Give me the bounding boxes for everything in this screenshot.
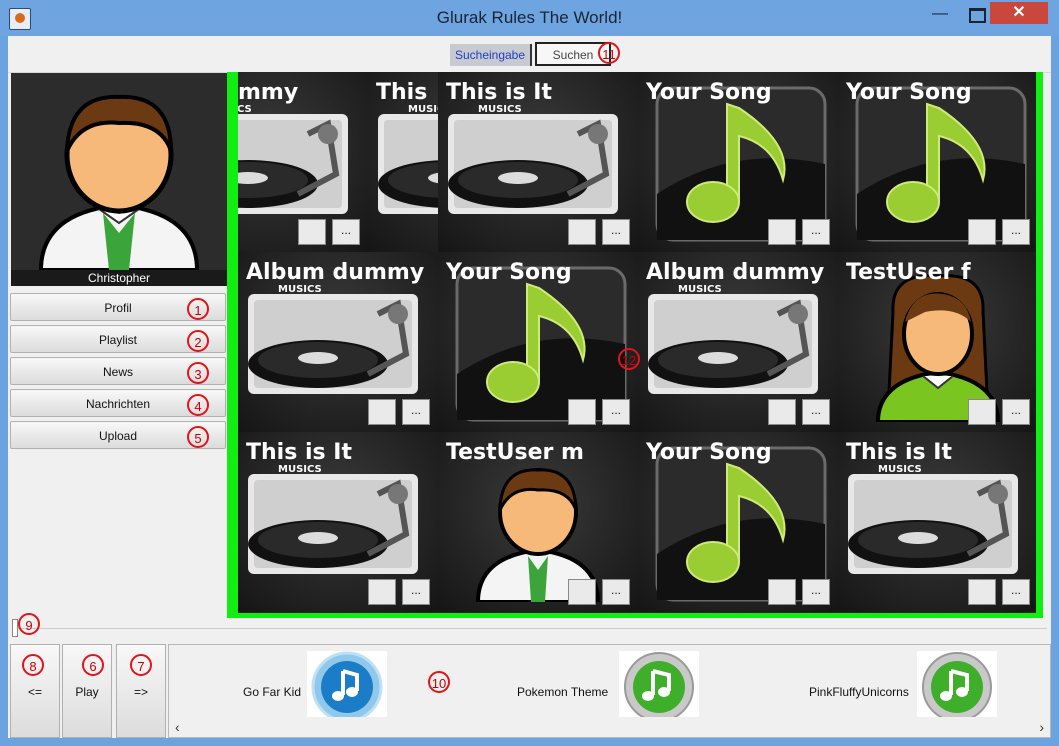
annotation-marker-2: 2: [187, 330, 209, 352]
title-bar: Glurak Rules The World! — ✕: [0, 0, 1059, 36]
musics-label: MUSICS: [278, 464, 322, 475]
search-bar: Sucheingabe Suchen 11: [8, 36, 1051, 73]
tile-more-button[interactable]: ...: [802, 579, 830, 605]
media-tile-title: Your Song: [646, 440, 772, 465]
annotation-marker-5: 5: [187, 426, 209, 448]
media-tile[interactable]: MUSICS This is It...: [438, 72, 638, 252]
annotation-marker-6: 6: [82, 654, 104, 676]
minimize-icon: —: [932, 5, 948, 22]
scroll-left-icon[interactable]: ‹: [175, 719, 180, 735]
media-tile[interactable]: Your Song...: [838, 72, 1036, 252]
progress-track: [12, 622, 1047, 629]
annotation-marker-12: 12: [618, 348, 640, 370]
media-tile-title: This is It: [446, 80, 552, 105]
media-tile-title: TestUser f: [846, 260, 971, 285]
media-tile-title: m dummy: [238, 80, 299, 105]
tile-action-button[interactable]: [568, 579, 596, 605]
musics-label: MUSICS: [678, 284, 722, 295]
app-window: Glurak Rules The World! — ✕ Sucheingabe …: [0, 0, 1059, 746]
progress-slider[interactable]: [12, 619, 1047, 637]
tile-more-button[interactable]: ...: [402, 579, 430, 605]
tile-more-button[interactable]: ...: [602, 219, 630, 245]
media-tile-title: Album dummy: [246, 260, 425, 285]
tile-action-button[interactable]: [568, 219, 596, 245]
queue-item-label: Go Far Kid: [243, 685, 302, 699]
window-title: Glurak Rules The World!: [436, 8, 623, 27]
media-tile[interactable]: MUSICS Album dummy...: [638, 252, 838, 432]
close-icon: ✕: [1012, 4, 1026, 21]
media-tile[interactable]: MUSICS Album dummy...: [238, 252, 438, 432]
tile-more-button[interactable]: ...: [1002, 399, 1030, 425]
media-tile-title: Your Song: [646, 80, 772, 105]
media-tile[interactable]: MUSICS This is It...: [238, 432, 438, 612]
annotation-marker-1: 1: [187, 298, 209, 320]
next-label: =>: [133, 685, 148, 699]
media-tile-title: This: [376, 80, 428, 105]
tile-more-button[interactable]: ...: [802, 399, 830, 425]
annotation-marker-3: 3: [187, 362, 209, 384]
annotation-marker-7: 7: [130, 654, 152, 676]
blue-note-icon: [307, 651, 387, 717]
queue-item-label: Pokemon Theme: [517, 685, 609, 699]
media-tile[interactable]: MUSICSm dummy...: [238, 72, 368, 252]
annotation-marker-9: 9: [18, 613, 40, 635]
tile-action-button[interactable]: [768, 219, 796, 245]
musics-label: MUSICS: [238, 104, 252, 115]
scroll-right-icon[interactable]: ›: [1039, 719, 1044, 735]
musics-label: MUSICS: [278, 284, 322, 295]
media-tile-title: Album dummy: [646, 260, 825, 285]
media-tile[interactable]: MUSICS This is It...: [838, 432, 1036, 612]
tile-more-button[interactable]: ...: [1002, 579, 1030, 605]
green-note-icon: [619, 651, 699, 717]
tile-action-button[interactable]: [568, 399, 596, 425]
profile-name: Christopher: [11, 270, 227, 286]
tile-more-button[interactable]: ...: [602, 399, 630, 425]
media-tile[interactable]: Your Song...: [638, 432, 838, 612]
annotation-marker-4: 4: [187, 394, 209, 416]
tile-action-button[interactable]: [368, 579, 396, 605]
media-tile[interactable]: Your Song...: [438, 252, 638, 432]
media-tile-title: This is It: [246, 440, 352, 465]
search-input[interactable]: Sucheingabe: [450, 44, 532, 66]
male-user-avatar-icon: [38, 94, 200, 272]
tile-action-button[interactable]: [298, 219, 326, 245]
annotation-marker-10: 10: [428, 671, 450, 693]
close-button[interactable]: ✕: [990, 2, 1048, 24]
client-area: Sucheingabe Suchen 11 Christopher Profil…: [8, 36, 1051, 738]
profile-avatar: Christopher: [11, 73, 227, 286]
musics-label: MUSICS: [478, 104, 522, 115]
play-label: Play: [75, 685, 99, 699]
queue-item-label: PinkFluffyUnicorns: [809, 685, 909, 699]
media-tile-title: Your Song: [446, 260, 572, 285]
media-tile-title: TestUser m: [446, 440, 584, 465]
media-grid: MUSICSm dummy...MUSICSThis...MUSICSThis …: [238, 72, 1036, 613]
minimize-button[interactable]: —: [925, 3, 955, 25]
tile-more-button[interactable]: ...: [332, 219, 360, 245]
annotation-marker-11: 11: [598, 42, 620, 64]
maximize-icon: [968, 8, 986, 23]
media-tile[interactable]: TestUser m...: [438, 432, 638, 612]
media-tile-title: Your Song: [846, 80, 972, 105]
tile-action-button[interactable]: [768, 579, 796, 605]
queue-scrollbar[interactable]: ‹ ›: [169, 717, 1050, 737]
tile-more-button[interactable]: ...: [1002, 219, 1030, 245]
media-tile[interactable]: Your Song...: [638, 72, 838, 252]
tile-more-button[interactable]: ...: [602, 579, 630, 605]
tile-more-button[interactable]: ...: [402, 399, 430, 425]
tile-action-button[interactable]: [768, 399, 796, 425]
tile-more-button[interactable]: ...: [802, 219, 830, 245]
media-tile[interactable]: TestUser f...: [838, 252, 1036, 432]
tile-action-button[interactable]: [968, 219, 996, 245]
tile-action-button[interactable]: [368, 399, 396, 425]
annotation-marker-8: 8: [22, 654, 44, 676]
playback-queue: Go Far Kid 10 Pokemon Theme PinkFluffyUn…: [168, 644, 1051, 738]
musics-label: MUSICS: [878, 464, 922, 475]
green-note-icon: [917, 651, 997, 717]
previous-label: <=: [27, 685, 42, 699]
tile-action-button[interactable]: [968, 399, 996, 425]
tile-action-button[interactable]: [968, 579, 996, 605]
media-grid-frame: MUSICSm dummy...MUSICSThis...MUSICSThis …: [227, 72, 1043, 618]
media-tile-title: This is It: [846, 440, 952, 465]
